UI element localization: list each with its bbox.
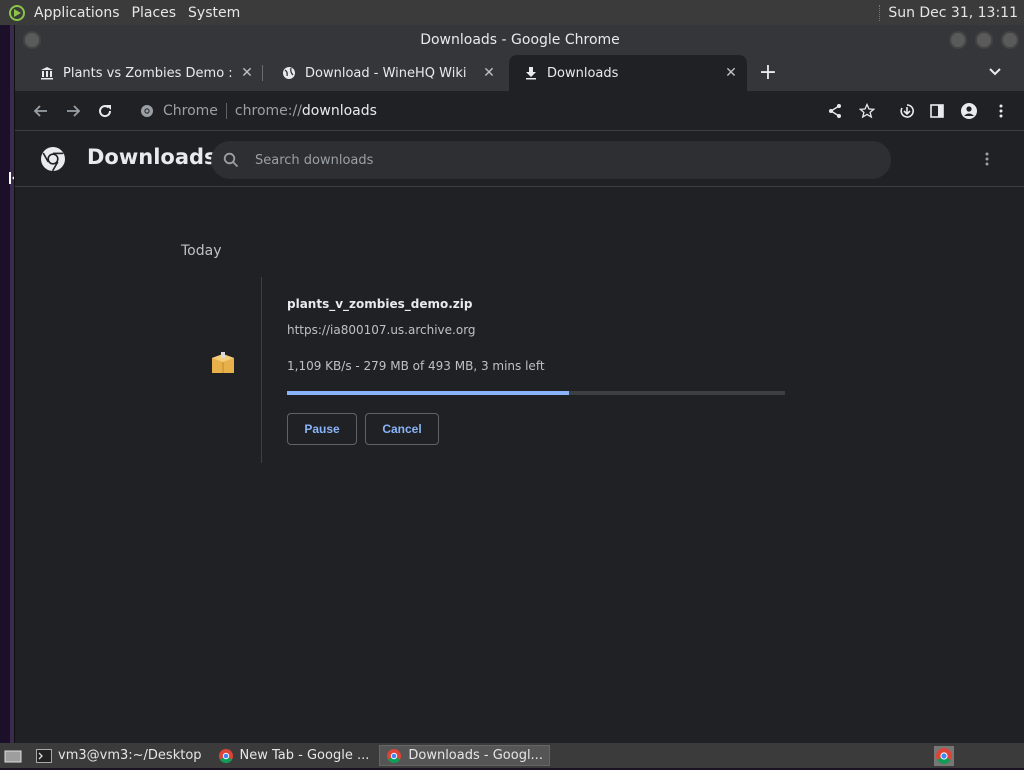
url-host: downloads bbox=[301, 103, 377, 119]
desktop-left-edge bbox=[0, 25, 23, 743]
distro-logo-icon[interactable] bbox=[6, 2, 28, 24]
close-tab-icon[interactable]: ✕ bbox=[239, 65, 255, 81]
downloads-toolbar-button[interactable] bbox=[895, 99, 919, 123]
tab-search-button[interactable] bbox=[985, 63, 1005, 83]
arrow-right-icon bbox=[67, 105, 81, 117]
bookmark-button[interactable] bbox=[855, 99, 879, 123]
reload-button[interactable] bbox=[93, 99, 117, 123]
download-progress-icon bbox=[900, 104, 914, 118]
download-item: plants_v_zombies_demo.zip https://ia8001… bbox=[181, 277, 845, 463]
search-icon bbox=[221, 150, 241, 170]
search-downloads-box[interactable] bbox=[211, 141, 891, 179]
side-panel-button[interactable] bbox=[925, 99, 949, 123]
maximize-button[interactable] bbox=[975, 31, 993, 49]
task-terminal[interactable]: vm3@vm3:~/Desktop bbox=[30, 745, 208, 766]
tray-chrome-icon[interactable] bbox=[934, 746, 954, 766]
downloads-header: Downloads bbox=[15, 131, 1024, 187]
menu-system[interactable]: System bbox=[182, 5, 246, 21]
window-titlebar[interactable]: Downloads - Google Chrome bbox=[15, 25, 1024, 55]
show-desktop-icon bbox=[4, 750, 22, 762]
task-downloads-chrome[interactable]: Downloads - Googl... bbox=[379, 745, 550, 766]
zip-file-icon bbox=[209, 349, 237, 377]
new-tab-button[interactable]: + bbox=[755, 61, 781, 87]
tab-plants-vs-zombies[interactable]: Plants vs Zombies Demo : Po ✕ bbox=[25, 55, 263, 91]
browser-toolbar: Chrome chrome://downloads bbox=[15, 91, 1024, 131]
chevron-down-icon bbox=[989, 68, 1001, 76]
kebab-menu-icon bbox=[985, 152, 989, 166]
browser-menu-button[interactable] bbox=[989, 99, 1013, 123]
close-tab-icon[interactable]: ✕ bbox=[723, 65, 739, 81]
pause-button[interactable]: Pause bbox=[287, 413, 357, 445]
terminal-icon bbox=[36, 748, 52, 764]
tab-title: Download - WineHQ Wiki bbox=[305, 65, 467, 81]
reload-icon bbox=[99, 105, 112, 118]
download-icon bbox=[523, 65, 539, 81]
menu-applications[interactable]: Applications bbox=[28, 5, 126, 21]
search-input[interactable] bbox=[255, 152, 855, 168]
globe-icon bbox=[281, 65, 297, 81]
clock[interactable]: Sun Dec 31, 13:11 bbox=[879, 4, 1024, 21]
close-tab-icon[interactable]: ✕ bbox=[481, 65, 497, 81]
profile-icon bbox=[961, 103, 977, 119]
chrome-window: Downloads - Google Chrome Plants vs Zomb… bbox=[14, 25, 1024, 743]
download-progress-bar bbox=[287, 391, 785, 395]
source-url-link[interactable]: https://ia800107.us.archive.org bbox=[287, 323, 476, 337]
task-label: Downloads - Googl... bbox=[408, 748, 543, 763]
forward-button[interactable] bbox=[61, 99, 85, 123]
tab-winehq-wiki[interactable]: Download - WineHQ Wiki ✕ bbox=[267, 55, 505, 91]
star-icon bbox=[859, 103, 875, 119]
chrome-logo-icon bbox=[39, 145, 67, 173]
file-name-link[interactable]: plants_v_zombies_demo.zip bbox=[287, 297, 472, 311]
chrome-icon bbox=[139, 103, 155, 119]
tab-title: Plants vs Zombies Demo : Po bbox=[63, 65, 235, 81]
arrow-left-icon bbox=[33, 105, 47, 117]
page-title: Downloads bbox=[87, 145, 217, 169]
window-title: Downloads - Google Chrome bbox=[420, 32, 620, 48]
window-menu-button[interactable] bbox=[23, 31, 41, 49]
share-icon bbox=[829, 104, 841, 118]
task-label: vm3@vm3:~/Desktop bbox=[58, 748, 202, 763]
url-text: chrome://downloads bbox=[227, 103, 377, 119]
task-new-tab-chrome[interactable]: New Tab - Google ... bbox=[212, 745, 376, 766]
download-status: 1,109 KB/s - 279 MB of 493 MB, 3 mins le… bbox=[287, 359, 545, 373]
top-panel: Applications Places System Sun Dec 31, 1… bbox=[0, 0, 1024, 25]
close-window-button[interactable] bbox=[1001, 31, 1019, 49]
site-chip: Chrome bbox=[163, 103, 227, 119]
menu-places[interactable]: Places bbox=[126, 5, 183, 21]
tab-downloads[interactable]: Downloads ✕ bbox=[509, 55, 747, 91]
task-label: New Tab - Google ... bbox=[239, 748, 370, 763]
tab-strip: Plants vs Zombies Demo : Po ✕ Download -… bbox=[15, 55, 1024, 91]
back-button[interactable] bbox=[29, 99, 53, 123]
date-section-heading: Today bbox=[181, 243, 222, 259]
downloads-menu-button[interactable] bbox=[977, 149, 997, 169]
kebab-menu-icon bbox=[999, 104, 1003, 118]
share-button[interactable] bbox=[823, 99, 847, 123]
taskbar: vm3@vm3:~/Desktop New Tab - Google ... D… bbox=[0, 743, 1024, 768]
download-progress-fill bbox=[287, 391, 569, 395]
tab-title: Downloads bbox=[547, 65, 619, 81]
downloads-page: Downloads Today plants_v_zombies_demo.zi… bbox=[15, 131, 1024, 743]
cancel-button[interactable]: Cancel bbox=[365, 413, 439, 445]
archive-icon bbox=[39, 65, 55, 81]
chrome-icon bbox=[218, 748, 234, 764]
profile-button[interactable] bbox=[957, 99, 981, 123]
chrome-icon bbox=[386, 748, 402, 764]
address-bar[interactable]: Chrome chrome://downloads bbox=[127, 95, 897, 127]
minimize-button[interactable] bbox=[949, 31, 967, 49]
show-desktop-button[interactable] bbox=[0, 745, 26, 766]
side-panel-icon bbox=[930, 104, 944, 118]
url-scheme: chrome:// bbox=[234, 103, 302, 119]
